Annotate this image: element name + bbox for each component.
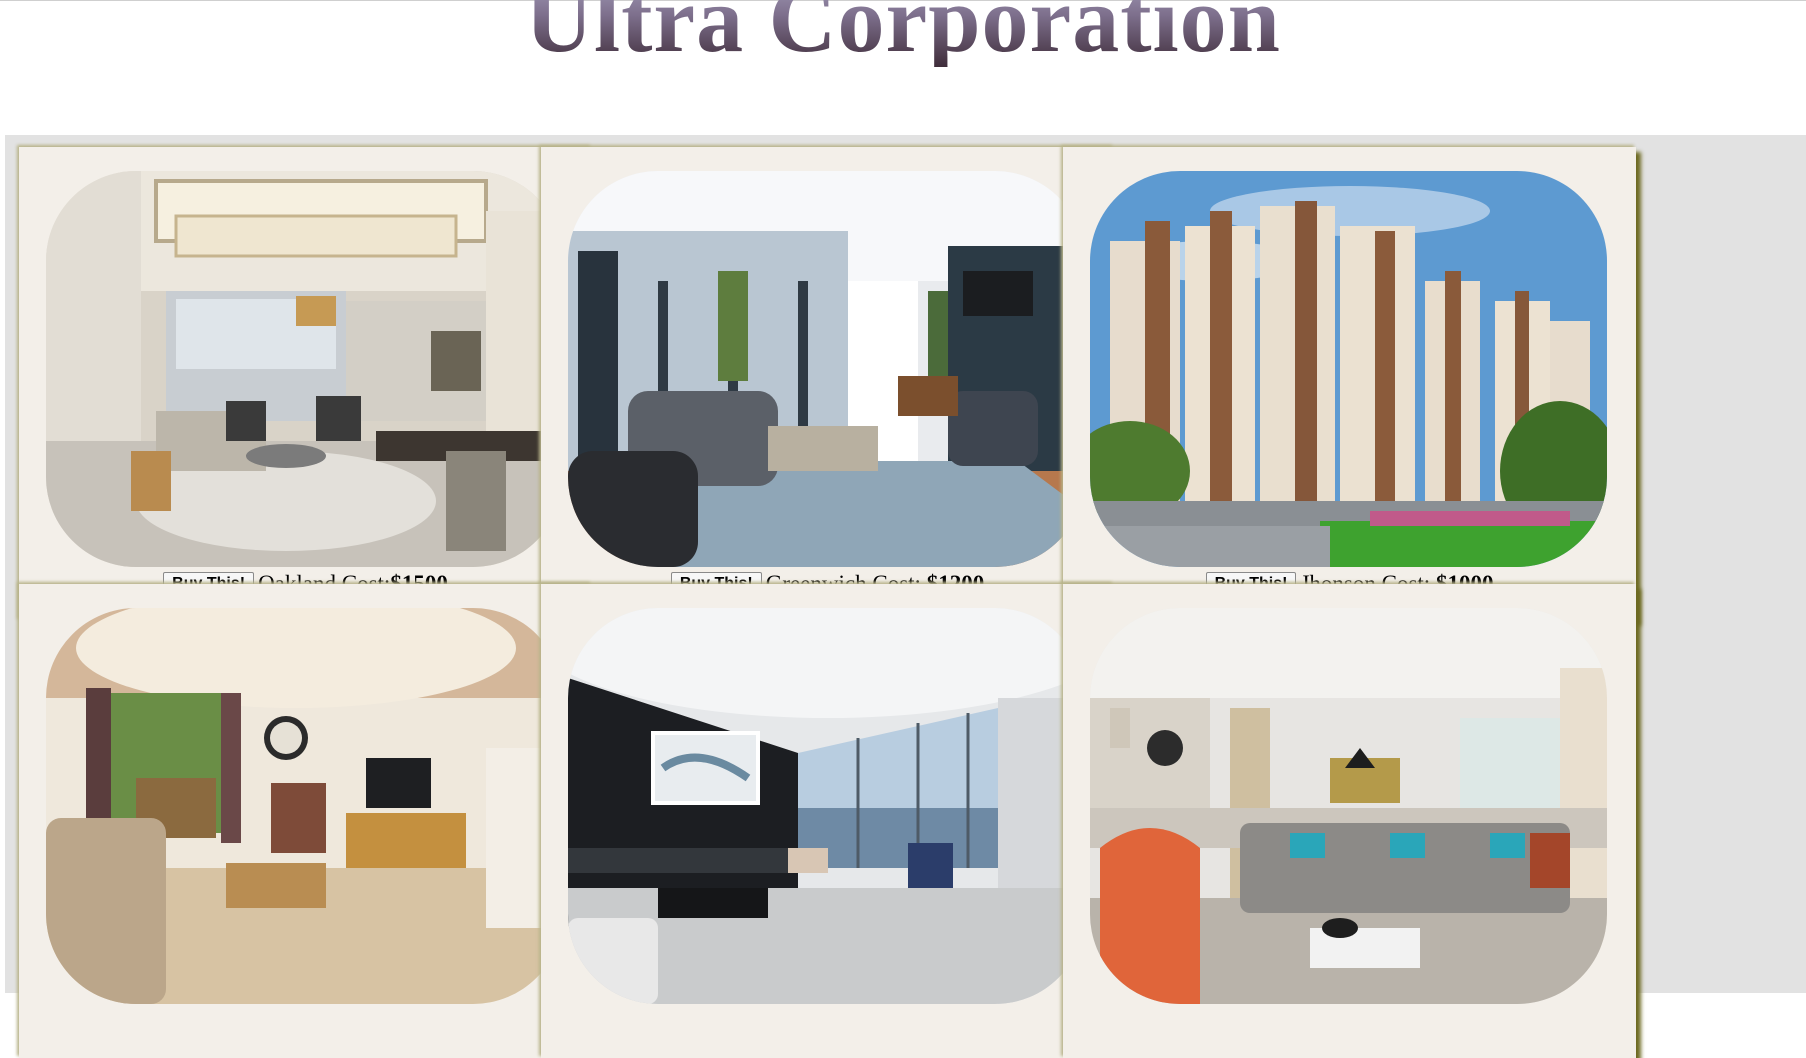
listing-card-jhonson: Buy This!Jhonson Cost: $1000 [1063, 147, 1636, 621]
site-header: Ultra Corporation [0, 0, 1806, 135]
site-title: Ultra Corporation [0, 0, 1806, 67]
orange-chair-living-room-photo [1090, 608, 1607, 1004]
listing-card-6 [1063, 584, 1636, 1058]
listing-card-5 [541, 584, 1114, 1058]
luxury-living-room-photo [46, 171, 563, 567]
cozy-living-room-photo [46, 608, 563, 1004]
listing-card-oakland: Buy This!Oakland Cost:$1500 [19, 147, 592, 621]
listings-grid: Buy This!Oakland Cost:$1500 [5, 135, 1806, 1058]
listing-card-greenwich: Buy This!Greenwich Cost: $1200 [541, 147, 1114, 621]
city-view-lounge-photo [568, 608, 1085, 1004]
apartment-towers-photo [1090, 171, 1607, 567]
modern-living-room-photo [568, 171, 1085, 567]
listing-card-4 [19, 584, 592, 1058]
